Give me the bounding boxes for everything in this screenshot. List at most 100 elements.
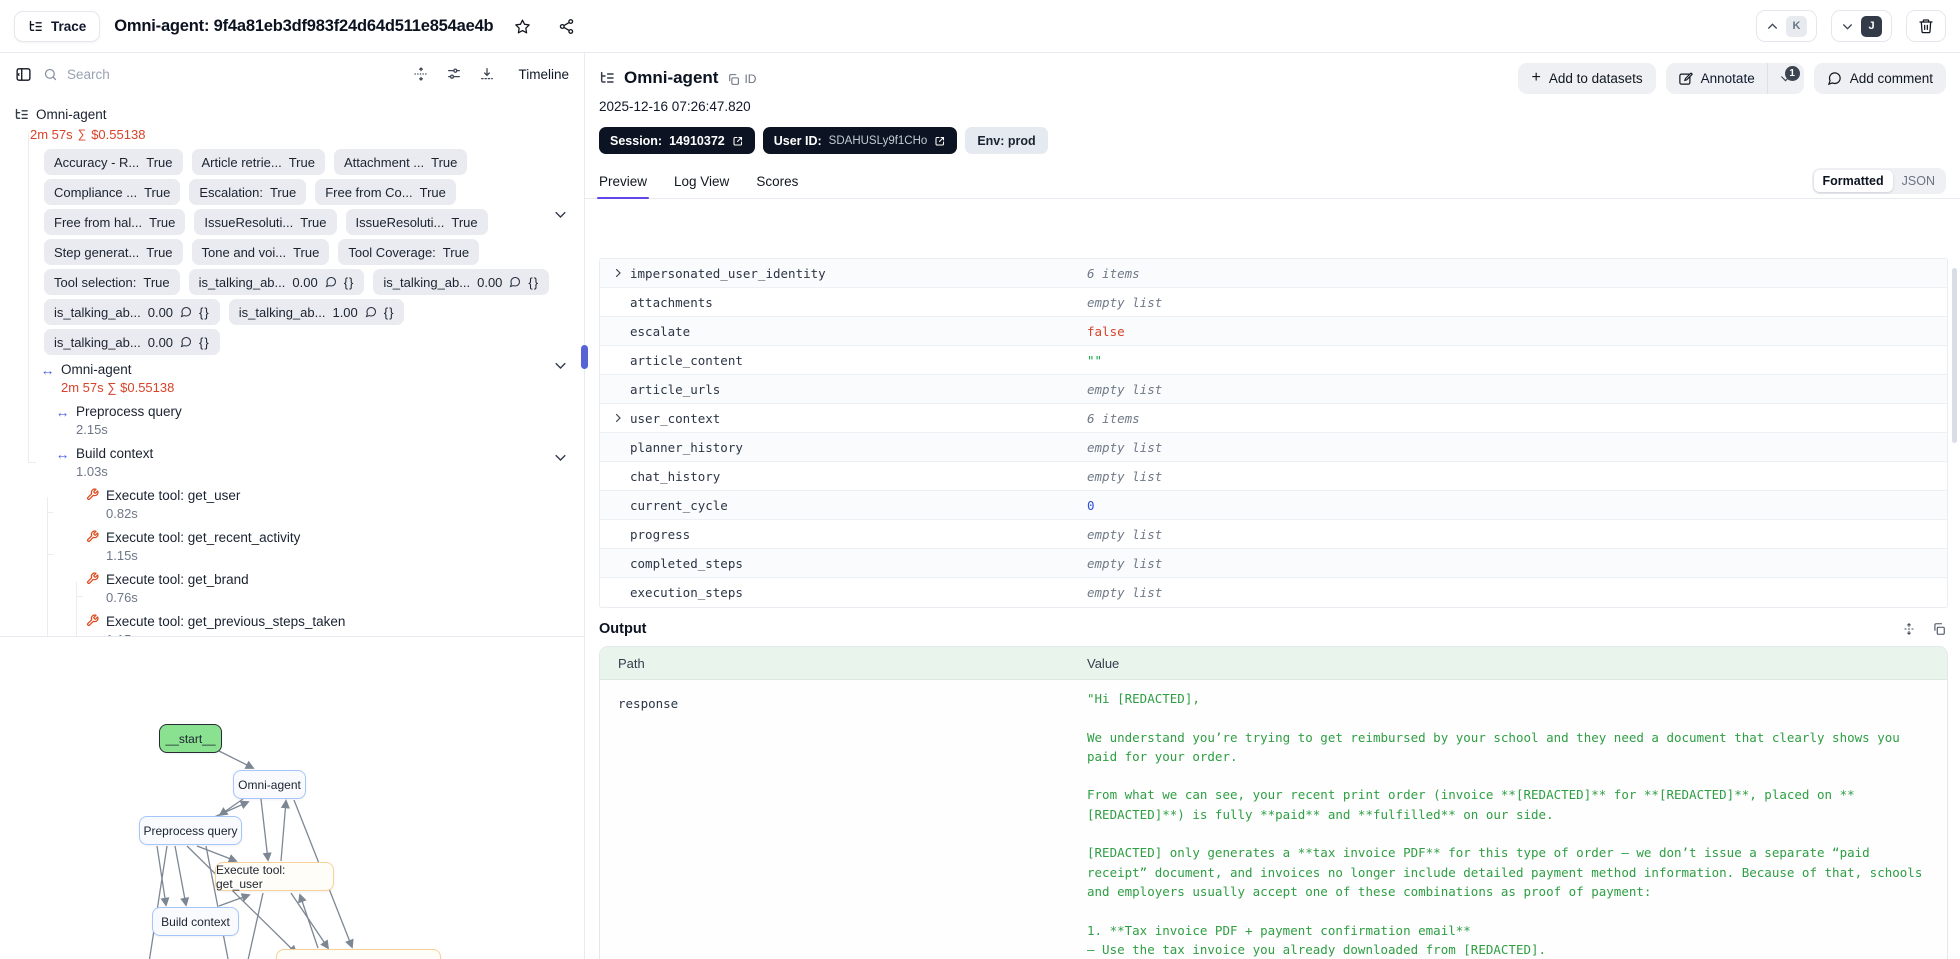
input-state-row[interactable]: impersonated_user_identity 6 items [600,259,1947,288]
add-to-datasets-button[interactable]: + Add to datasets [1518,62,1656,94]
score-badge[interactable]: IssueResoluti... True [345,209,488,235]
scrollbar-thumb[interactable] [1952,268,1957,443]
score-badge[interactable]: Escalation: True [189,179,307,205]
score-badge[interactable]: Step generat... True [44,239,183,265]
annotate-dropdown-button[interactable]: 1 [1768,63,1804,94]
input-state-row[interactable]: planner_history empty list [600,433,1947,462]
score-badge[interactable]: Tone and voi... True [191,239,330,265]
copy-output-icon[interactable] [1932,622,1946,636]
comment-icon [180,306,192,318]
prev-trace-button[interactable]: K [1756,10,1817,42]
preview-scroll-area[interactable]: impersonated_user_identity 6 items attachm… [585,253,1960,959]
tree-node[interactable]: Execute tool: get_user 0.82s [0,487,584,523]
annotate-button[interactable]: Annotate [1666,62,1768,94]
trace-tree: Omni-agent 2m 57s ∑ $0.55138 Accuracy - … [0,95,584,637]
score-badge[interactable]: IssueResoluti... True [194,209,337,235]
collapse-panel-icon[interactable] [15,66,32,83]
input-state-row[interactable]: escalate false [600,317,1947,346]
timeline-toggle[interactable]: Timeline [518,67,569,82]
expand-output-icon[interactable] [1902,622,1916,636]
graph-node[interactable]: Preprocess query [139,816,242,845]
chevron-right-icon[interactable] [612,267,630,279]
tree-node[interactable]: Execute tool: get_previous_steps_taken1.… [0,613,584,636]
score-badge[interactable]: Tool selection: True [44,269,180,295]
expand-all-icon[interactable] [413,66,429,82]
settings-sliders-icon[interactable] [446,66,462,82]
score-badge[interactable]: Accuracy - R... True [44,149,183,175]
user-id-badge[interactable]: User ID: SDAHUSLy9f1CHo [762,127,958,154]
chevron-down-icon[interactable] [553,450,568,465]
graph-node[interactable]: Omni-agent [233,770,306,799]
score-badge[interactable]: is_talking_ab... 0.00{} [188,269,365,295]
delete-trace-button[interactable] [1906,10,1946,42]
external-link-icon [733,136,742,146]
search-input[interactable] [67,66,297,82]
column-header-value: Value [1087,655,1120,671]
score-badge[interactable]: is_talking_ab... 0.00{} [373,269,550,295]
score-badge[interactable]: Compliance ... True [44,179,181,205]
session-badge[interactable]: Session: 14910372 [599,127,755,154]
tree-node[interactable]: Execute tool: get_brand 0.76s [0,571,584,607]
tree-node[interactable]: Execute tool: get_recent_activity 1.15s [0,529,584,565]
next-trace-button[interactable]: J [1831,10,1892,42]
format-option-json[interactable]: JSON [1893,170,1944,192]
score-badge-row: Tool selection: True is_talking_ab... 0.00{… [44,269,550,295]
format-option-formatted[interactable]: Formatted [1813,170,1893,192]
copy-id-button[interactable]: ID [727,72,756,86]
score-badge[interactable]: is_talking_ab... 0.00{} [44,299,220,325]
input-state-row[interactable]: current_cycle 0 [600,491,1947,520]
input-state-row[interactable]: article_content "" [600,346,1947,375]
score-badge[interactable]: is_talking_ab... 0.00{} [44,329,220,355]
share-button[interactable] [551,11,581,41]
graph-node[interactable]: __start__ [159,724,222,753]
graph-edge [290,892,330,950]
input-state-row[interactable]: attachments empty list [600,288,1947,317]
input-state-row[interactable]: execution_steps empty list [600,578,1947,607]
annotation-count-badge: 1 [1784,65,1800,81]
tree-node[interactable]: ↔ Omni-agent 2m 57s ∑ $0.55138 [0,361,584,397]
output-table: Path Value response "Hi [REDACTED], We u… [599,646,1948,959]
state-key: attachments [630,294,713,310]
tree-node[interactable]: ↔ Build context 1.03s [0,445,584,481]
input-state-row[interactable]: completed_steps empty list [600,549,1947,578]
input-state-row[interactable]: chat_history empty list [600,462,1947,491]
score-badge[interactable]: Attachment ... True [333,149,468,175]
chevron-down-icon[interactable] [553,358,568,373]
graph-node[interactable]: Execute tool: get_user [215,862,334,891]
tab-scores[interactable]: Scores [756,174,798,198]
tree-node-duration: 2m 57s ∑ $0.55138 [61,380,175,395]
add-comment-button[interactable]: Add comment [1813,62,1946,94]
tab-log-view[interactable]: Log View [674,174,729,198]
state-value: 6 items [1087,410,1140,426]
download-icon[interactable] [479,66,495,82]
input-state-row[interactable]: user_context 6 items [600,404,1947,433]
search-icon [43,67,58,82]
score-badge[interactable]: Article retrie... True [191,149,325,175]
state-key: planner_history [630,439,743,455]
graph-node[interactable] [276,949,441,959]
tree-node[interactable]: ↔ Preprocess query 2.15s [0,403,584,439]
panel-resize-handle[interactable] [581,345,588,369]
state-value: empty list [1087,585,1163,600]
graph-edge [174,845,190,907]
trace-timestamp: 2025-12-16 07:26:47.820 [599,99,751,114]
trace-badge[interactable]: Trace [14,10,101,42]
input-state-row[interactable]: article_urls empty list [600,375,1947,404]
chevron-right-icon[interactable] [612,412,630,424]
input-state-row[interactable]: progress empty list [600,520,1947,549]
graph-edge [196,845,238,863]
score-badge[interactable]: Free from Co... True [315,179,456,205]
chevron-down-icon[interactable] [553,207,568,222]
tab-preview[interactable]: Preview [596,174,650,199]
graph-node[interactable]: Build context [152,907,239,936]
score-badge[interactable]: Tool Coverage: True [338,239,480,265]
search-box[interactable] [43,66,402,82]
comment-icon [180,336,192,348]
score-badge[interactable]: is_talking_ab... 1.00{} [228,299,405,325]
star-button[interactable] [507,11,537,41]
state-value: empty list [1087,381,1163,397]
sum-icon: ∑ [77,127,87,141]
score-badge-row: Compliance ... True Escalation: True Free fr… [44,179,542,205]
score-badge[interactable]: Free from hal... True [44,209,186,235]
tree-node-root[interactable]: Omni-agent [0,105,584,123]
